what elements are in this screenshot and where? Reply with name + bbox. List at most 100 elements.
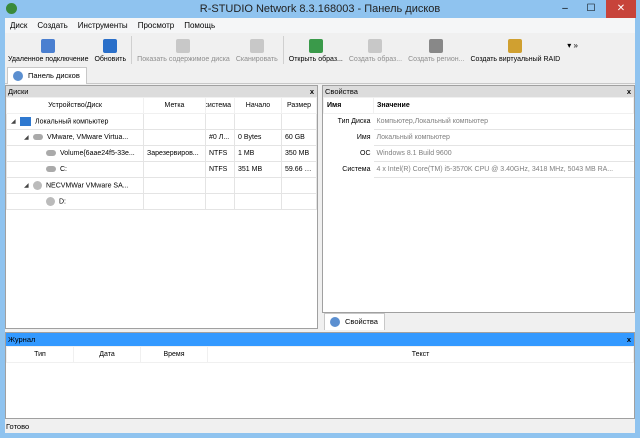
table-row[interactable]: C: NTFS 351 MB 59.66 GB: [6, 161, 317, 178]
toolbar-button-5[interactable]: Создать образ...: [346, 39, 405, 66]
toolbar-overflow-button[interactable]: ▾ »: [567, 41, 578, 66]
status-bar: Готово: [5, 420, 635, 433]
journal-close[interactable]: x: [627, 333, 631, 346]
toolbar-button-7[interactable]: Создать виртуальный RAID: [467, 39, 563, 66]
properties-panel-header: Свойства x: [323, 86, 634, 97]
start-cell: 0 Bytes: [234, 129, 282, 146]
col-fs[interactable]: Файловая система: [205, 97, 235, 114]
table-row[interactable]: Volume{6aae24f5-33e... Зарезервиров... NTF…: [6, 145, 317, 162]
property-name: Имя: [356, 134, 371, 141]
journal-header: Журнал x: [6, 333, 634, 346]
col-type[interactable]: Тип: [6, 346, 74, 363]
start-cell: 351 MB: [234, 161, 282, 178]
create-region-icon: [429, 39, 444, 53]
label-cell: [143, 193, 206, 210]
toolbar-button-6[interactable]: Создать регион...: [405, 39, 467, 66]
toolbar-label: Открыть образ...: [288, 56, 343, 63]
close-button[interactable]: ✕: [606, 0, 636, 18]
table-row[interactable]: ◢ Локальный компьютер: [6, 113, 317, 130]
expand-icon[interactable]: ◢: [24, 134, 33, 141]
tab-label: Свойства: [345, 317, 378, 326]
disks-panel-header: Диски x: [6, 86, 317, 97]
toolbar-label: Показать содержимое диска: [137, 56, 230, 63]
label-cell: [143, 177, 206, 194]
toolbar: Удаленное подключение Обновить Показать со…: [5, 34, 635, 66]
device-name: D:: [59, 198, 66, 206]
scan-icon: [249, 39, 264, 53]
property-row[interactable]: ОС Windows 8.1 Build 9600: [324, 145, 634, 162]
col-device[interactable]: Устройство/Диск: [6, 97, 144, 114]
expand-icon[interactable]: ◢: [24, 182, 33, 189]
toolbar-button-4[interactable]: Открыть образ...: [286, 39, 346, 66]
status-text: Готово: [6, 422, 30, 431]
col-label[interactable]: Метка: [143, 97, 206, 114]
journal-title: Журнал: [8, 335, 36, 344]
menu-bar: Диск Создать Инструменты Просмотр Помощь: [5, 18, 635, 33]
col-text[interactable]: Текст: [207, 346, 634, 363]
maximize-button[interactable]: ☐: [578, 0, 604, 18]
toolbar-button-0[interactable]: Удаленное подключение: [5, 39, 91, 66]
app-icon: [6, 3, 17, 14]
journal-panel: Журнал x Тип Дата Время Текст: [5, 332, 635, 419]
properties-panel-close[interactable]: x: [627, 86, 631, 97]
property-name: Тип Диска: [337, 118, 371, 126]
expand-icon[interactable]: ◢: [11, 118, 20, 125]
start-cell: 1 MB: [234, 145, 282, 162]
tab-properties[interactable]: Свойства: [324, 313, 385, 330]
label-cell: [143, 129, 206, 146]
toolbar-button-3[interactable]: Сканировать: [233, 39, 281, 66]
device-name: Volume{6aae24f5-33e...: [60, 150, 135, 157]
folder-icon: [176, 39, 191, 53]
label-cell: [143, 113, 206, 130]
col-date[interactable]: Дата: [73, 346, 141, 363]
property-row[interactable]: Имя Локальный компьютер: [324, 129, 634, 146]
fs-cell: #0 Л...: [205, 129, 235, 146]
property-row[interactable]: Система 4 x Intel(R) Core(TM) i5-3570K CP…: [324, 161, 634, 178]
toolbar-button-2[interactable]: Показать содержимое диска: [134, 39, 233, 66]
open-image-icon: [308, 39, 323, 53]
toolbar-label: Обновить: [94, 56, 127, 63]
property-name: Система: [342, 166, 371, 173]
raid-icon: [508, 39, 523, 53]
size-cell: 60 GB: [281, 129, 317, 146]
start-cell: [234, 193, 282, 210]
size-cell: [281, 113, 317, 130]
menu-tools[interactable]: Инструменты: [73, 18, 133, 33]
menu-create[interactable]: Создать: [32, 18, 72, 33]
window-title: R-STUDIO Network 8.3.168003 - Панель дис…: [199, 3, 441, 15]
fs-cell: [205, 113, 235, 130]
col-time[interactable]: Время: [140, 346, 208, 363]
col-start[interactable]: Начало: [234, 97, 282, 114]
menu-view[interactable]: Просмотр: [133, 18, 180, 33]
fs-cell: NTFS: [205, 161, 235, 178]
size-cell: 350 MB: [281, 145, 317, 162]
toolbar-label: Удаленное подключение: [8, 56, 89, 63]
properties-panel-title: Свойства: [325, 87, 358, 96]
properties-icon: [330, 317, 340, 327]
toolbar-label: Создать регион...: [408, 56, 465, 63]
tab-disk-panel[interactable]: Панель дисков: [7, 67, 87, 84]
table-row[interactable]: ◢ VMware, VMware Virtua... #0 Л... 0 Bytes 6…: [6, 129, 317, 146]
toolbar-button-1[interactable]: Обновить: [91, 39, 129, 66]
property-row[interactable]: Тип Диска Компьютер,Локальный компьютер: [324, 113, 634, 130]
size-cell: [281, 193, 317, 210]
menu-help[interactable]: Помощь: [179, 18, 220, 33]
minimize-button[interactable]: –: [552, 0, 578, 18]
col-size[interactable]: Размер: [281, 97, 317, 114]
toolbar-separator: [282, 36, 284, 64]
toolbar-label: Сканировать: [235, 56, 278, 63]
disks-table: Устройство/Диск Метка Файловая система Н…: [6, 97, 317, 210]
property-value: Компьютер,Локальный компьютер: [373, 113, 634, 130]
menu-disk[interactable]: Диск: [5, 18, 32, 33]
device-name: Локальный компьютер: [35, 118, 109, 126]
table-row[interactable]: D:: [6, 193, 317, 210]
disks-panel: Диски x Устройство/Диск Метка Файловая си…: [5, 85, 318, 329]
start-cell: [234, 113, 282, 130]
label-cell: [143, 161, 206, 178]
disks-panel-close[interactable]: x: [310, 86, 314, 97]
device-name: VMware, VMware Virtua...: [47, 134, 129, 141]
size-cell: 59.66 GB: [281, 161, 317, 178]
table-row[interactable]: ◢ NECVMWar VMware SA...: [6, 177, 317, 194]
disks-panel-title: Диски: [8, 87, 29, 96]
cdrom-icon: [33, 181, 42, 190]
